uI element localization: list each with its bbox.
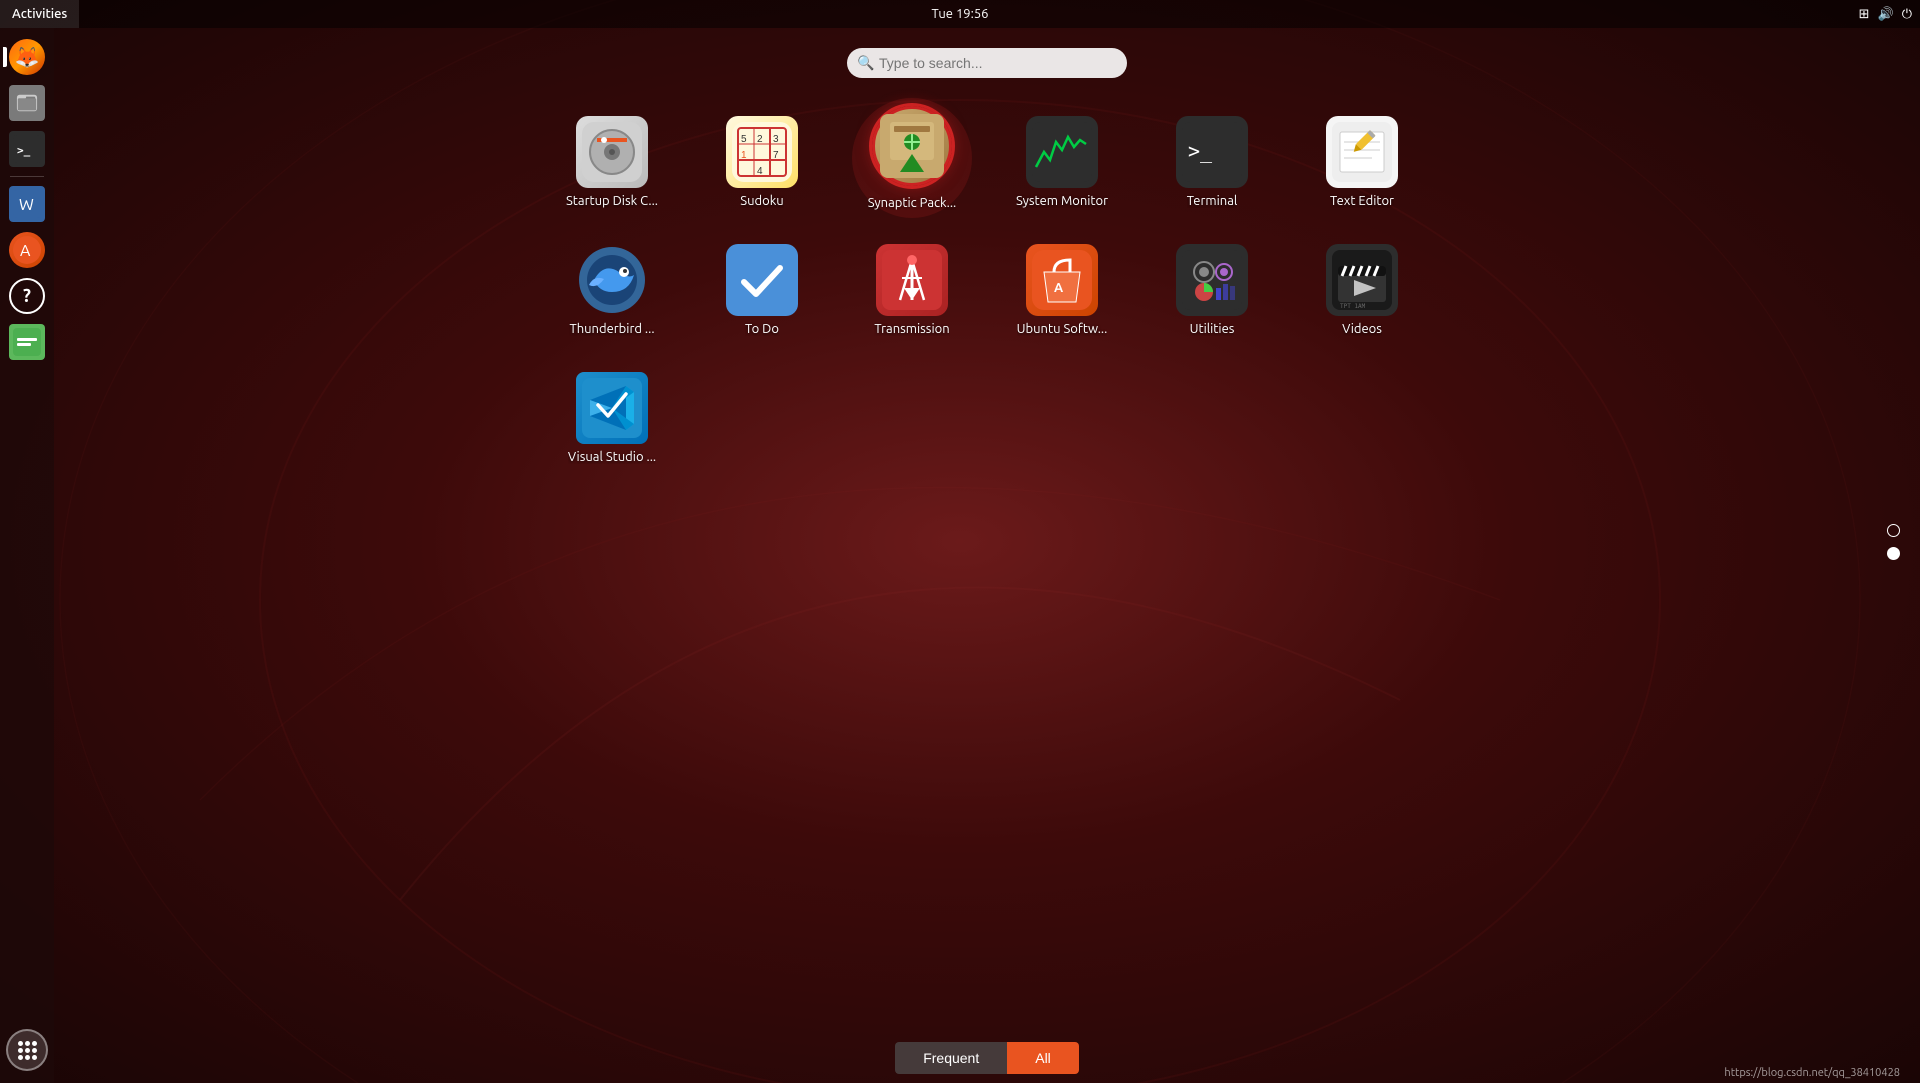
terminal-app-icon: >_ <box>1176 116 1248 188</box>
app-startup-disk-creator[interactable]: Startup Disk C... <box>542 108 682 216</box>
svg-text:2: 2 <box>757 134 763 145</box>
writer-icon: W <box>9 186 45 222</box>
topbar: Activities Tue 19:56 ⊞ 🔊 ⏻ <box>0 0 1920 28</box>
app-label-terminal: Terminal <box>1187 194 1238 208</box>
firefox-icon: 🦊 <box>9 39 45 75</box>
svg-text:7: 7 <box>773 150 779 161</box>
app-label-thunderbird: Thunderbird ... <box>569 322 654 336</box>
sound-icon[interactable]: 🔊 <box>1878 7 1894 22</box>
svg-text:1: 1 <box>741 150 747 161</box>
app-label-todo: To Do <box>745 322 779 336</box>
app-ubuntu-software[interactable]: A Ubuntu Softw... <box>992 236 1132 344</box>
files-icon <box>9 85 45 121</box>
app-terminal[interactable]: >_ Terminal <box>1142 108 1282 216</box>
sidebar-item-help[interactable]: ? <box>6 275 48 317</box>
app-label-vscode: Visual Studio ... <box>568 450 656 464</box>
utilities-icon <box>1176 244 1248 316</box>
app-label-startup-disk: Startup Disk C... <box>566 194 658 208</box>
page-indicator-1[interactable] <box>1887 524 1900 537</box>
main-content: 🔍 Startup Disk C... <box>54 28 1920 1083</box>
page-indicator-2[interactable] <box>1887 547 1900 560</box>
svg-text:A: A <box>20 242 31 260</box>
search-input[interactable] <box>847 48 1127 78</box>
app-label-system-monitor: System Monitor <box>1016 194 1108 208</box>
svg-text:4: 4 <box>757 166 763 177</box>
sidebar-item-green-app[interactable] <box>6 321 48 363</box>
sidebar-item-writer[interactable]: W <box>6 183 48 225</box>
svg-text:>_: >_ <box>17 144 31 157</box>
vscode-icon <box>576 372 648 444</box>
svg-text:>_: >_ <box>1188 139 1213 163</box>
topbar-right: ⊞ 🔊 ⏻ <box>1859 0 1912 28</box>
app-label-sudoku: Sudoku <box>740 194 783 208</box>
sidebar: 🦊 >_ W A ? <box>0 28 54 1083</box>
app-label-utilities: Utilities <box>1190 322 1235 336</box>
sudoku-icon: 5 2 3 1 7 4 <box>726 116 798 188</box>
app-todo[interactable]: To Do <box>692 236 832 344</box>
svg-text:5: 5 <box>741 134 747 145</box>
app-vscode[interactable]: Visual Studio ... <box>542 364 682 472</box>
app-label-synaptic: Synaptic Pack... <box>868 196 956 210</box>
tab-frequent[interactable]: Frequent <box>895 1042 1007 1074</box>
app-label-text-editor: Text Editor <box>1330 194 1394 208</box>
help-icon: ? <box>9 278 45 314</box>
apps-grid: Startup Disk C... 5 2 3 1 7 4 <box>522 108 1452 472</box>
clock: Tue 19:56 <box>932 7 989 21</box>
svg-text:TPT 1AM: TPT 1AM <box>1340 303 1366 310</box>
thunderbird-icon <box>576 244 648 316</box>
app-utilities[interactable]: Utilities <box>1142 236 1282 344</box>
videos-icon: TPT 1AM <box>1326 244 1398 316</box>
page-indicators <box>1887 524 1900 560</box>
app-label-ubuntu-software: Ubuntu Softw... <box>1017 322 1108 336</box>
sidebar-item-firefox[interactable]: 🦊 <box>6 36 48 78</box>
app-system-monitor[interactable]: System Monitor <box>992 108 1132 216</box>
terminal-icon: >_ <box>9 131 45 167</box>
search-container: 🔍 <box>847 48 1127 78</box>
show-apps-button[interactable] <box>6 1029 48 1071</box>
ubuntu-software-icon: A <box>1026 244 1098 316</box>
network-icon[interactable]: ⊞ <box>1859 7 1870 22</box>
sidebar-item-software[interactable]: A <box>6 229 48 271</box>
app-transmission[interactable]: Transmission <box>842 236 982 344</box>
tab-all[interactable]: All <box>1007 1042 1079 1074</box>
green-app-icon <box>9 324 45 360</box>
app-label-transmission: Transmission <box>874 322 949 336</box>
app-synaptic[interactable]: Synaptic Pack... <box>852 98 972 218</box>
todo-icon <box>726 244 798 316</box>
sidebar-item-terminal[interactable]: >_ <box>6 128 48 170</box>
bottom-bar: Frequent All <box>54 1033 1920 1083</box>
apps-grid-icon <box>18 1041 37 1060</box>
sidebar-divider <box>10 176 44 177</box>
statusbar-url: https://blog.csdn.net/qq_38410428 <box>1724 1067 1900 1079</box>
text-editor-icon <box>1326 116 1398 188</box>
svg-text:W: W <box>19 196 34 214</box>
app-thunderbird[interactable]: Thunderbird ... <box>542 236 682 344</box>
transmission-icon <box>876 244 948 316</box>
app-videos[interactable]: TPT 1AM Videos <box>1292 236 1432 344</box>
svg-text:A: A <box>1054 281 1064 295</box>
app-text-editor[interactable]: Text Editor <box>1292 108 1432 216</box>
system-monitor-icon <box>1026 116 1098 188</box>
activities-button[interactable]: Activities <box>0 0 79 28</box>
sidebar-item-files[interactable] <box>6 82 48 124</box>
power-icon[interactable]: ⏻ <box>1902 7 1912 22</box>
svg-text:3: 3 <box>773 134 779 145</box>
startup-disk-icon <box>576 116 648 188</box>
synaptic-icon <box>872 106 952 186</box>
app-label-videos: Videos <box>1342 322 1382 336</box>
app-sudoku[interactable]: 5 2 3 1 7 4 Sudoku <box>692 108 832 216</box>
software-icon: A <box>9 232 45 268</box>
search-icon: 🔍 <box>857 55 874 72</box>
